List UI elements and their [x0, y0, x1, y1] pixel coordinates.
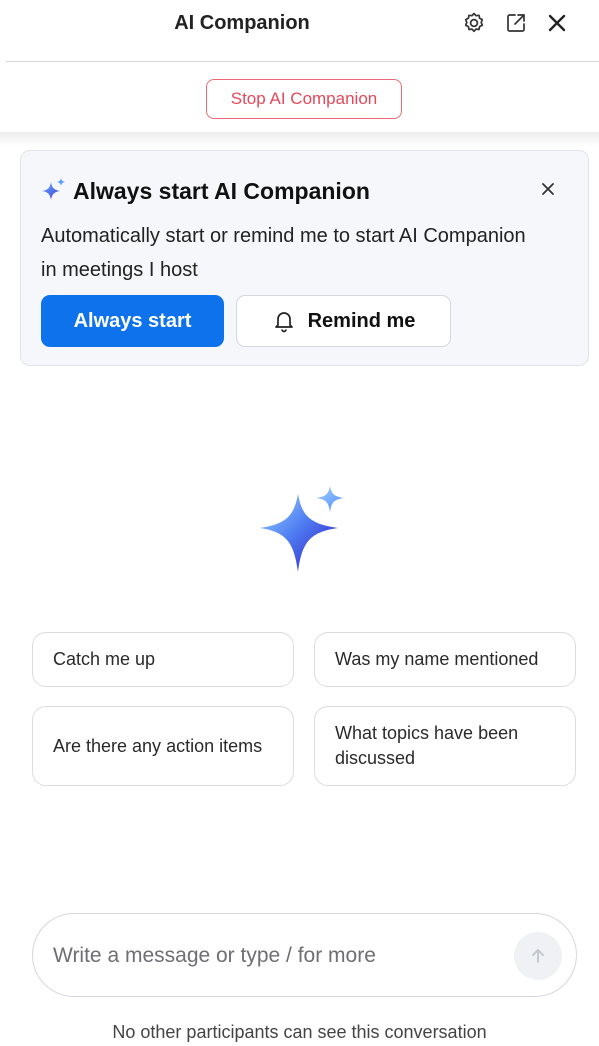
message-input[interactable] — [53, 936, 503, 976]
stop-section: Stop AI Companion — [0, 62, 599, 136]
suggestion-chip[interactable]: What topics have been discussed — [314, 706, 576, 786]
pop-out-icon[interactable] — [503, 10, 529, 36]
ai-sparkle-icon — [256, 484, 352, 580]
remind-me-label: Remind me — [307, 309, 416, 332]
arrow-up-icon — [532, 949, 544, 963]
banner-close-icon[interactable] — [536, 177, 560, 201]
banner-title: Always start AI Companion — [73, 178, 370, 204]
stop-ai-companion-button[interactable]: Stop AI Companion — [206, 79, 402, 119]
message-composer — [32, 913, 577, 997]
always-start-banner: Always start AI Companion Automatically … — [20, 150, 589, 366]
send-button[interactable] — [514, 932, 562, 980]
panel-title: AI Companion — [174, 12, 310, 34]
close-icon[interactable] — [544, 10, 570, 36]
panel-header: AI Companion — [0, 0, 599, 62]
banner-title-row: Always start AI Companion — [41, 177, 370, 206]
bell-icon — [274, 312, 293, 333]
suggestion-chip[interactable]: Was my name mentioned — [314, 632, 576, 687]
sparkle-icon — [41, 177, 67, 206]
always-start-button[interactable]: Always start — [41, 295, 224, 347]
banner-description: Automatically start or remind me to star… — [41, 225, 526, 281]
suggestion-chip[interactable]: Are there any action items — [32, 706, 294, 786]
suggestion-chip[interactable]: Catch me up — [32, 632, 294, 687]
gear-icon[interactable] — [461, 10, 487, 36]
section-shadow — [0, 132, 599, 146]
privacy-note: No other participants can see this conve… — [112, 1022, 487, 1042]
remind-me-button[interactable]: Remind me — [236, 295, 451, 347]
